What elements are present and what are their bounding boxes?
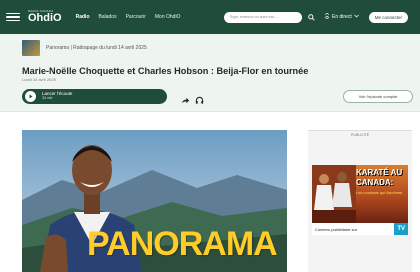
live-label: En direct [332,14,352,20]
headphones-icon[interactable] [195,92,204,110]
hamburger-menu-icon[interactable] [6,12,20,22]
episode-date: Lundi 14 avril 2025 [22,77,56,82]
chevron-down-icon [353,14,359,20]
nav-radio[interactable]: Radio [76,14,90,20]
live-button[interactable]: En direct [324,12,359,21]
advertisement[interactable]: PUBLICITÉ KARATÉ AU CANADA: Les combats … [308,130,412,272]
ad-footer-text: Contenu publicitaire sur [315,226,358,232]
nav-balados[interactable]: Balados [99,14,117,20]
nav-mon-ohdio[interactable]: Mon OhdiO [155,14,181,20]
ad-banner[interactable]: KARATÉ AU CANADA: Les combats qui fascin… [312,165,408,223]
play-icon [25,91,36,102]
ad-headline-2: CANADA: [356,178,394,187]
full-episode-button[interactable]: Voir l'épisode complet [343,90,413,103]
ad-label: PUBLICITÉ [350,133,370,137]
episode-title: Marie-Noëlle Choquette et Charles Hobson… [22,66,309,76]
ad-footer: Contenu publicitaire sur TV [312,223,408,235]
episode-panel: Panorama | Rattrapage du lundi 14 avril … [0,34,420,112]
breadcrumb[interactable]: Panorama | Rattrapage du lundi 14 avril … [22,40,147,56]
share-icon[interactable] [181,92,190,110]
search-input[interactable]: Sujet, émission ou autre mot-… [224,11,302,23]
live-icon [324,12,330,21]
breadcrumb-text: Panorama | Rattrapage du lundi 14 avril … [46,45,147,51]
tv-network-logo: TV [394,223,408,235]
player-text: Lancer l'écoute 33 min [42,91,72,101]
main-nav: Radio Balados Parcourir Mon OhdiO [76,14,181,20]
ad-tagline: Les combats qui fascinent [356,190,403,195]
connect-button[interactable]: Me connecter [368,11,408,23]
logo-subtitle: RADIO-CANADA [28,9,54,13]
top-navigation-bar: RADIO-CANADA OhdiO Radio Balados Parcour… [0,0,420,34]
show-thumbnail [22,40,40,56]
logo-text: OhdiO [28,12,62,24]
listen-button[interactable]: Lancer l'écoute 33 min [22,89,167,104]
show-hero-image[interactable]: PANORAMA [22,130,287,272]
hero-title: PANORAMA [87,225,278,263]
ad-headline-1: KARATÉ AU [356,168,403,177]
search-icon[interactable] [305,13,317,21]
nav-parcourir[interactable]: Parcourir [126,14,146,20]
ohdio-logo[interactable]: RADIO-CANADA OhdiO [28,10,62,24]
episode-duration: 33 min [42,96,53,101]
karate-fighters-image [312,165,356,223]
logo-title: OhdiO [28,13,62,24]
